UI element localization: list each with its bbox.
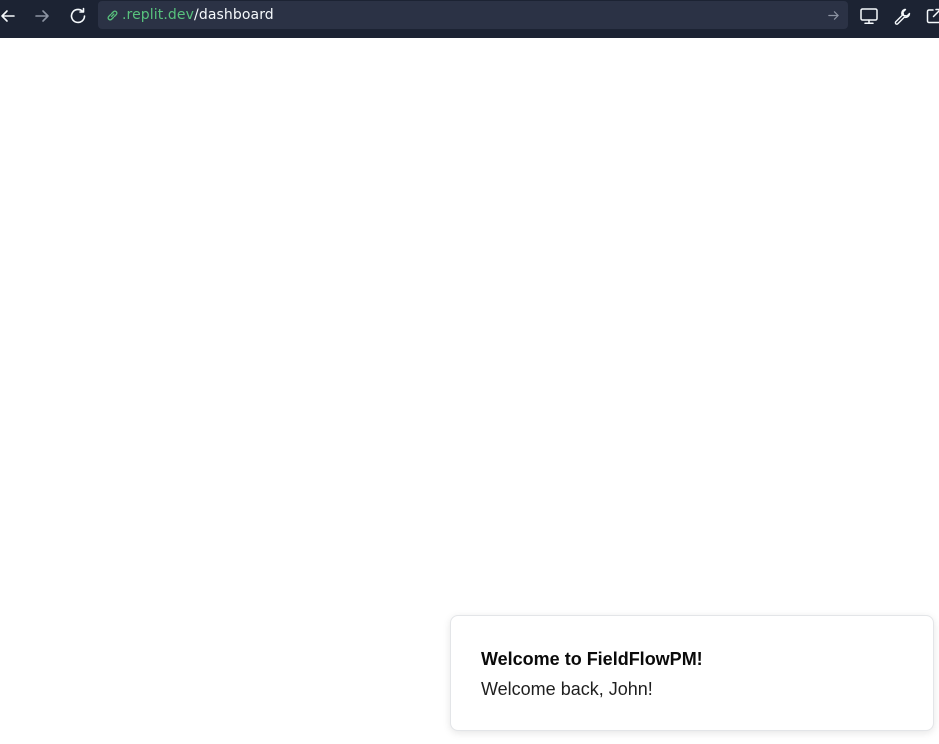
wrench-icon: [894, 8, 911, 25]
external-link-icon: [926, 8, 939, 24]
arrow-left-icon: [1, 10, 15, 22]
reload-button[interactable]: [65, 4, 91, 28]
arrow-right-icon: [827, 10, 839, 20]
devices-button[interactable]: [857, 4, 881, 28]
arrow-right-icon: [35, 10, 49, 22]
url-text: .replit.dev/dashboard: [122, 1, 274, 29]
devtools-button[interactable]: [890, 4, 914, 28]
reload-icon: [70, 7, 86, 24]
welcome-toast[interactable]: Welcome to FieldFlowPM! Welcome back, Jo…: [450, 615, 934, 731]
url-domain: .replit.dev: [122, 7, 195, 23]
link-icon: [104, 7, 120, 23]
go-button[interactable]: [826, 8, 840, 22]
url-bar[interactable]: .replit.dev/dashboard: [98, 1, 848, 29]
monitor-icon: [860, 8, 878, 24]
browser-toolbar: .replit.dev/dashboard: [0, 0, 939, 38]
toast-title: Welcome to FieldFlowPM!: [481, 649, 703, 669]
back-button[interactable]: [0, 4, 21, 28]
forward-button[interactable]: [29, 4, 55, 28]
toast-description: Welcome back, John!: [481, 679, 653, 699]
open-new-tab-button[interactable]: [922, 4, 939, 28]
url-path: /dashboard: [194, 7, 274, 23]
